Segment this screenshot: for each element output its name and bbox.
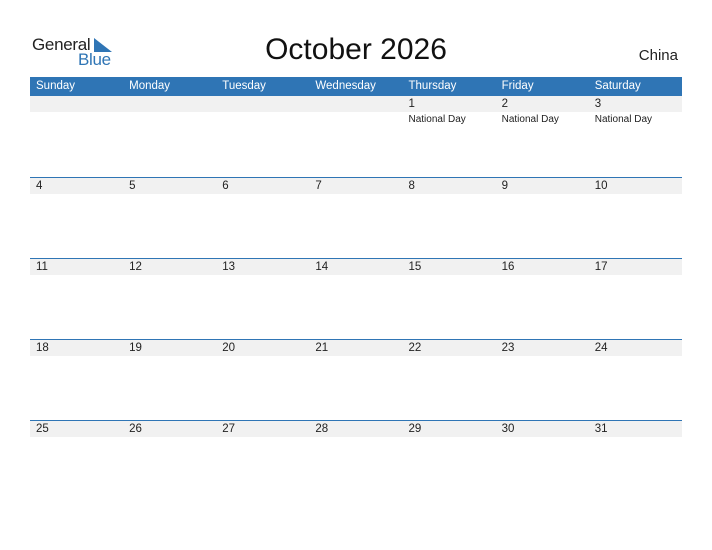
day-cell: 8 (403, 178, 496, 194)
day-cell: 12 (123, 259, 216, 275)
day-number: 22 (408, 342, 422, 354)
day-number: 19 (129, 342, 142, 354)
day-number: 12 (129, 261, 142, 273)
day-number: 5 (129, 180, 136, 192)
day-cell: 7 (309, 178, 402, 194)
day-number (315, 96, 402, 112)
day-number: 3 (594, 98, 602, 110)
day-number: 10 (594, 180, 608, 192)
day-cell: 23 (496, 340, 589, 356)
day-cell: 24 (589, 340, 682, 356)
day-cell: 29 (403, 421, 496, 437)
day-cell: 27 (216, 421, 309, 437)
day-number: 16 (501, 261, 515, 273)
week-row: 25 26 27 28 29 30 31 (30, 420, 682, 501)
day-number: 6 (222, 180, 229, 192)
day-number (222, 96, 309, 112)
holiday-label: National Day (501, 114, 559, 125)
day-number: 2 (501, 98, 509, 110)
week-cells: 11 12 13 14 15 16 17 (30, 259, 682, 275)
day-number: 11 (36, 261, 48, 273)
day-cell: 18 (30, 340, 123, 356)
day-number (129, 96, 216, 112)
day-number: 31 (594, 423, 608, 435)
day-number: 24 (594, 342, 608, 354)
day-number: 25 (36, 423, 49, 435)
day-cell: 4 (30, 178, 123, 194)
day-number: 23 (501, 342, 515, 354)
holiday-label: National Day (594, 114, 653, 125)
week-row: 11 12 13 14 15 16 17 (30, 258, 682, 339)
day-cell: 14 (309, 259, 402, 275)
day-cell: 11 (30, 259, 123, 275)
weekday-tuesday: Tuesday (222, 80, 266, 92)
weekday-thursday: Thursday (408, 80, 457, 92)
day-cell: 20 (216, 340, 309, 356)
day-cell: 26 (123, 421, 216, 437)
day-cell: 9 (496, 178, 589, 194)
day-cell: 6 (216, 178, 309, 194)
weekday-sunday: Sunday (36, 80, 76, 92)
calendar-title: October 2026 (265, 33, 447, 66)
week-cells: 1 National Day 2 National Day 3 National Day (30, 96, 682, 127)
weekday-monday: Monday (129, 80, 171, 92)
weekday-friday: Friday (501, 80, 534, 92)
day-number (36, 96, 123, 112)
day-number: 14 (315, 261, 329, 273)
day-number: 21 (315, 342, 329, 354)
day-cell: 22 (403, 340, 496, 356)
day-number: 1 (408, 98, 415, 110)
day-cell: 10 (589, 178, 682, 194)
day-cell: 1 National Day (403, 96, 496, 127)
day-number: 27 (222, 423, 236, 435)
day-number: 4 (36, 180, 43, 192)
day-cell: 2 National Day (496, 96, 589, 127)
day-cell: 28 (309, 421, 402, 437)
week-cells: 18 19 20 21 22 23 24 (30, 340, 682, 356)
day-cell: 30 (496, 421, 589, 437)
day-cell (30, 96, 123, 127)
day-number: 17 (594, 261, 608, 273)
day-number: 28 (315, 423, 329, 435)
week-cells: 25 26 27 28 29 30 31 (30, 421, 682, 437)
holiday-label: National Day (408, 114, 466, 125)
weeks-container: 1 National Day 2 National Day 3 National Day 4… (30, 96, 682, 501)
weekday-wednesday: Wednesday (315, 80, 376, 92)
day-cell: 31 (589, 421, 682, 437)
day-number: 7 (315, 180, 322, 192)
day-cell: 13 (216, 259, 309, 275)
day-number: 13 (222, 261, 236, 273)
day-cell: 25 (30, 421, 123, 437)
day-number: 15 (408, 261, 422, 273)
day-cell: 21 (309, 340, 402, 356)
calendar-grid: Sunday Monday Tuesday Wednesday Thursday… (30, 77, 682, 501)
country-label: China (638, 47, 678, 64)
day-cell: 3 National Day (589, 96, 682, 127)
day-number: 30 (501, 423, 515, 435)
day-cell (123, 96, 216, 127)
day-cell: 15 (403, 259, 496, 275)
day-cell: 5 (123, 178, 216, 194)
day-cell: 17 (589, 259, 682, 275)
day-cell: 16 (496, 259, 589, 275)
day-number: 29 (408, 423, 422, 435)
week-row: 4 5 6 7 8 9 10 (30, 177, 682, 258)
day-number: 9 (501, 180, 509, 192)
weekday-header: Sunday Monday Tuesday Wednesday Thursday… (30, 77, 682, 96)
day-number: 26 (129, 423, 142, 435)
week-row: 1 National Day 2 National Day 3 National Day (30, 96, 682, 177)
day-cell: 19 (123, 340, 216, 356)
day-cell (309, 96, 402, 127)
week-row: 18 19 20 21 22 23 24 (30, 339, 682, 420)
day-number: 20 (222, 342, 236, 354)
weekday-saturday: Saturday (594, 80, 641, 92)
day-number: 8 (408, 180, 415, 192)
day-cell (216, 96, 309, 127)
week-cells: 4 5 6 7 8 9 10 (30, 178, 682, 194)
day-number: 18 (36, 342, 49, 354)
